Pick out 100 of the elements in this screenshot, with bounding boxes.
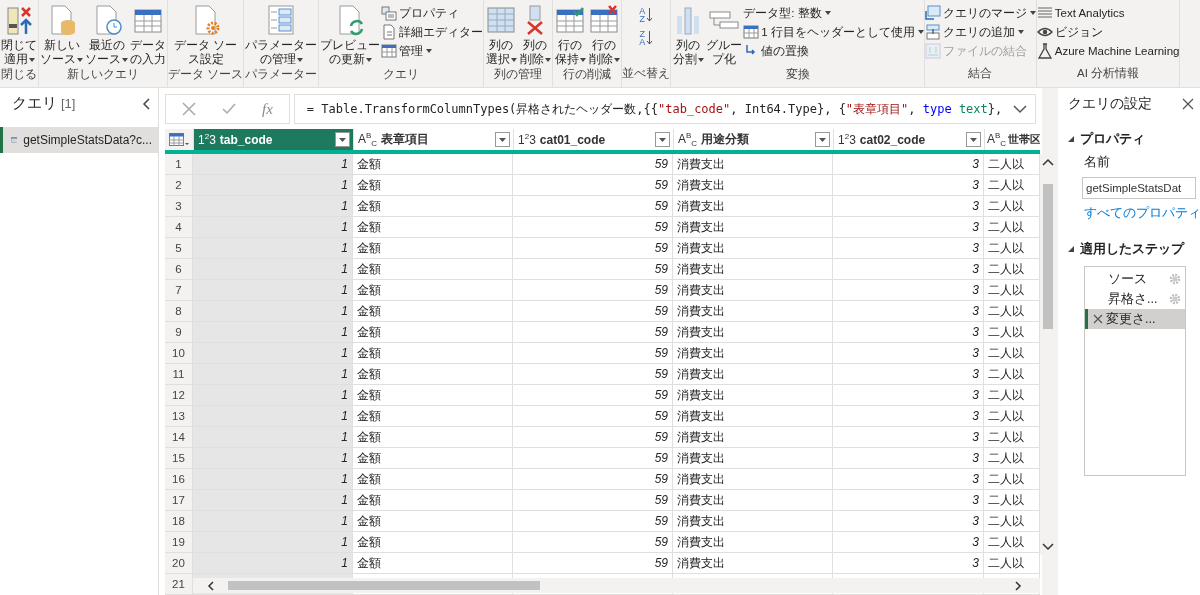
group-label: クエリ	[383, 67, 420, 82]
ribbon-button[interactable]: プロパティ	[381, 4, 484, 22]
all-properties-link[interactable]: すべてのプロパティ	[1084, 205, 1200, 222]
caret-icon	[1029, 11, 1036, 15]
ribbon-button[interactable]: データ ソー ス設定	[173, 3, 239, 67]
table-cell: 1	[193, 406, 353, 427]
table-cell: 1	[193, 154, 353, 175]
applied-step[interactable]: ソース	[1085, 269, 1185, 289]
group-label: 行の削減	[563, 67, 612, 82]
query-item[interactable]: getSimpleStatsData?c...	[0, 127, 158, 153]
filter-dropdown[interactable]	[335, 132, 350, 147]
ribbon-button[interactable]: 新しい ソース	[39, 3, 84, 67]
group-label: 新しいクエリ	[67, 67, 139, 82]
down-arrow-icon	[646, 30, 654, 46]
ribbon-button[interactable]: 管理	[381, 42, 484, 60]
flask-icon	[1036, 43, 1053, 59]
down-chevron-icon[interactable]	[1042, 543, 1054, 551]
table-cell: 金額	[353, 364, 513, 385]
table-cell: 金額	[353, 490, 513, 511]
combine-files-icon	[924, 43, 941, 59]
table-cell: 金額	[353, 553, 513, 574]
table-cell: 金額	[353, 154, 513, 175]
ribbon-button[interactable]: Text Analytics	[1036, 4, 1180, 22]
applied-step[interactable]: 昇格さ...	[1085, 289, 1185, 309]
left-chevron-icon[interactable]	[207, 580, 215, 591]
collapse-chevron-icon[interactable]	[142, 97, 152, 110]
up-chevron-icon[interactable]	[1042, 158, 1054, 166]
filter-dropdown[interactable]	[655, 132, 670, 147]
table-cell: 消費支出	[673, 175, 833, 196]
ribbon-button[interactable]: 列の 分割	[671, 3, 706, 67]
right-chevron-icon[interactable]	[1014, 580, 1022, 591]
table-cell: 金額	[353, 427, 513, 448]
table-cell: 59	[513, 217, 673, 238]
ribbon-button[interactable]: 行の 保持	[553, 3, 588, 67]
sort-button[interactable]: Z A	[633, 27, 660, 49]
table-cell: 消費支出	[673, 301, 833, 322]
check-icon[interactable]	[222, 103, 236, 115]
ribbon-button[interactable]: 列の 削除	[518, 3, 553, 67]
table-cell: 59	[513, 427, 673, 448]
table-cell: 1	[193, 364, 353, 385]
table-cell: 3	[833, 217, 984, 238]
type-indicator: 1$^{2}$3	[198, 132, 216, 147]
ribbon-button[interactable]: 行の 削除	[587, 3, 622, 67]
lines-icon	[1036, 5, 1053, 21]
table-menu-icon[interactable]	[169, 132, 189, 147]
table-cell: 消費支出	[673, 217, 833, 238]
ribbon-button[interactable]: 1 行目をヘッダーとして使用	[743, 23, 924, 41]
ribbon-button[interactable]: パラメーター の管理	[244, 3, 319, 67]
ribbon-button[interactable]: クエリのマージ	[924, 4, 1036, 22]
row-number: 11	[165, 364, 193, 385]
ribbon-button[interactable]: 値の置換	[743, 42, 924, 60]
collapse-triangle-icon[interactable]	[1068, 246, 1074, 252]
applied-step[interactable]: 変更さ...	[1085, 309, 1185, 329]
caret-icon	[1017, 30, 1024, 34]
filter-dropdown[interactable]	[966, 132, 981, 147]
ribbon-button[interactable]: 閉じて 適用	[0, 3, 38, 67]
ribbon-button[interactable]: データ型: 整数	[743, 4, 924, 22]
ribbon-button[interactable]: Azure Machine Learning	[1036, 42, 1180, 60]
table-cell: 金額	[353, 448, 513, 469]
ribbon-button[interactable]: 最近の ソース	[84, 3, 129, 67]
filter-dropdown[interactable]	[815, 132, 830, 147]
table-cell: 金額	[353, 280, 513, 301]
caret-icon	[544, 57, 551, 62]
table-cell: 金額	[353, 469, 513, 490]
row-number: 3	[165, 196, 193, 217]
name-field[interactable]: getSimpleStatsDat	[1082, 177, 1196, 199]
filter-dropdown[interactable]	[495, 132, 510, 147]
scrollbar-thumb[interactable]	[228, 581, 540, 590]
ribbon-button[interactable]: 列の 選択	[484, 3, 519, 67]
ribbon-button[interactable]: クエリの追加	[924, 23, 1036, 41]
ribbon-button[interactable]: グルー プ化	[705, 3, 744, 67]
table-cell: 金額	[353, 175, 513, 196]
function-button[interactable]: fx	[262, 100, 273, 118]
table-cell: 1	[193, 238, 353, 259]
table-cell: 59	[513, 385, 673, 406]
table-cell: 3	[833, 553, 984, 574]
sort-button[interactable]: A Z	[633, 4, 660, 26]
horizontal-scrollbar[interactable]	[193, 578, 1040, 593]
caret-icon	[579, 57, 586, 62]
ribbon-button[interactable]: プレビュー の更新	[319, 3, 382, 67]
row-number: 1	[165, 154, 193, 175]
delete-icon[interactable]	[1093, 314, 1103, 324]
caret-icon	[499, 137, 506, 142]
ribbon-button[interactable]: ビジョン	[1036, 23, 1180, 41]
scrollbar-thumb[interactable]	[1043, 184, 1053, 329]
table-cell: 金額	[353, 532, 513, 553]
append-table-icon	[924, 24, 941, 40]
row-number: 21	[165, 574, 193, 595]
caret-icon	[659, 137, 666, 142]
close-icon[interactable]	[1182, 98, 1194, 110]
ribbon-button[interactable]: データ の入力	[129, 3, 167, 67]
table-cell: 59	[513, 406, 673, 427]
ribbon-button[interactable]: 詳細エディター	[381, 23, 484, 41]
caret-icon	[28, 57, 35, 62]
collapse-triangle-icon[interactable]	[1068, 136, 1074, 142]
table-cell: 1	[193, 322, 353, 343]
formula-field[interactable]: = Table.TransformColumnTypes(昇格されたヘッダー数,{{"tab_code", Int64.Type}, {"表章項目", type text},	[293, 94, 1036, 124]
column-header[interactable]: 1$^{2}$3 tab_code	[194, 129, 354, 150]
expand-chevron-icon[interactable]	[1013, 104, 1027, 114]
table-cell: 消費支出	[673, 238, 833, 259]
